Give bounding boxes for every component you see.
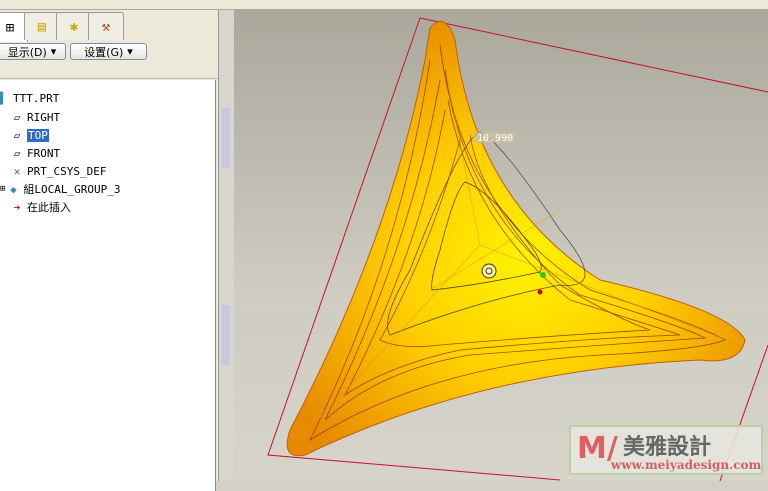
tree-item-part[interactable]: ▌ TTT.PRT (0, 90, 59, 106)
datum-plane-icon: ▱ (13, 146, 21, 160)
expand-icon[interactable]: ⊞ (0, 184, 5, 194)
datum-plane-outline (419, 17, 768, 93)
folders-icon: ▤ (37, 18, 47, 35)
dropdown-arrow-icon: ▾ (50, 45, 57, 58)
collapse-handle[interactable] (222, 108, 230, 168)
dimension-label: 10.990 (477, 133, 513, 144)
tree-icon: ⊞ (5, 19, 15, 36)
collapse-handle[interactable] (222, 305, 230, 365)
tree-item-top[interactable]: ▱ TOP (10, 127, 49, 143)
datum-plane-icon: ▱ (13, 110, 21, 124)
watermark-logo: M/ 美雅設計 www.meiyadesign.com (569, 425, 763, 475)
group-icon: ◆ (10, 182, 17, 196)
tree-header (0, 63, 218, 79)
model-tree: ▌ TTT.PRT ▱ RIGHT ▱ TOP ▱ FRONT ✕ PRT_CSYS_DE… (0, 80, 216, 491)
insert-arrow-icon: ➔ (13, 200, 21, 214)
csys-icon: ✕ (13, 164, 21, 178)
dropdown-arrow-icon: ▾ (127, 45, 133, 58)
surface (286, 20, 746, 457)
settings-menu-button[interactable]: 设置(G) ▾ (70, 43, 147, 60)
show-menu-button[interactable]: 显示(D) ▾ (0, 43, 66, 60)
tools-folder-icon: ⚒ (101, 18, 111, 35)
tab-folders[interactable]: ▤ (24, 12, 60, 40)
tree-item-csys[interactable]: ✕ PRT_CSYS_DEF (10, 163, 107, 179)
tab-favorites[interactable]: ✱ (56, 12, 92, 40)
part-icon: ▌ (0, 91, 7, 105)
model-render: 10.990 (267, 17, 768, 482)
csys-marker-icon (481, 263, 497, 279)
tree-item-right[interactable]: ▱ RIGHT (10, 109, 60, 125)
tree-item-group[interactable]: ⊞ ◆ 組LOCAL_GROUP_3 (0, 181, 121, 197)
tree-item-insert-here[interactable]: ➔ 在此插入 (10, 199, 71, 215)
favorites-folder-icon: ✱ (69, 18, 79, 35)
tab-connections[interactable]: ⚒ (88, 12, 124, 40)
panel-splitter[interactable] (218, 10, 234, 481)
tree-item-front[interactable]: ▱ FRONT (10, 145, 60, 161)
model-tree-panel: ⊞ ▤ ✱ ⚒ 显示(D) ▾ 设置(G) ▾ ▌ TTT.PRT ▱ RIGHT ▱ T… (0, 10, 220, 491)
datum-plane-icon: ▱ (13, 128, 21, 142)
3d-viewport[interactable]: 10.990 (234, 10, 768, 482)
toolbar (0, 0, 768, 10)
